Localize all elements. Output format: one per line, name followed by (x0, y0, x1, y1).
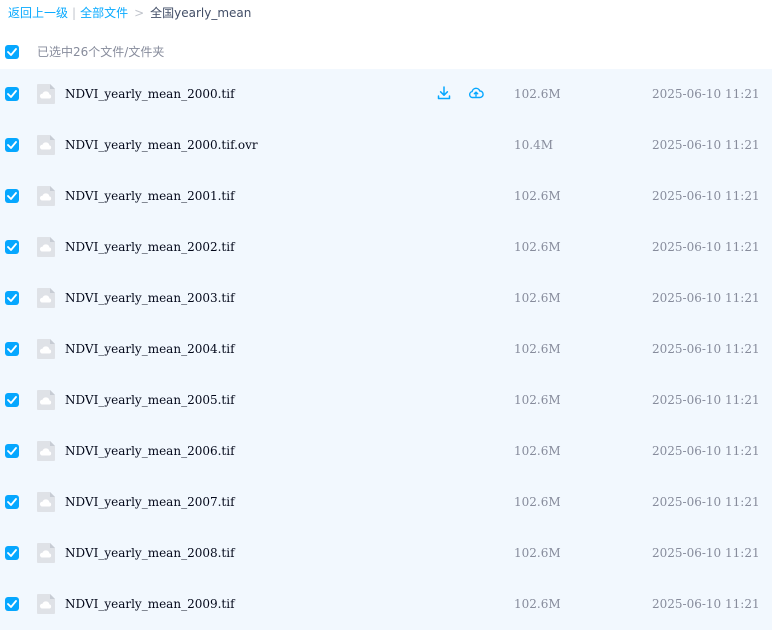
file-name[interactable]: NDVI_yearly_mean_2006.tif (65, 443, 235, 459)
cloud-file-icon (37, 288, 55, 308)
selection-count-text: 已选中26个文件/文件夹 (37, 45, 165, 59)
file-name[interactable]: NDVI_yearly_mean_2008.tif (65, 545, 235, 561)
checkmark-icon (7, 90, 17, 98)
selection-bar: 已选中26个文件/文件夹 (0, 36, 772, 68)
checkmark-icon (7, 141, 17, 149)
file-size: 102.6M (514, 597, 561, 611)
cloud-file-icon (37, 543, 55, 563)
checkmark-icon (7, 345, 17, 353)
select-all-checkbox[interactable] (5, 45, 19, 59)
row-checkbox[interactable] (5, 597, 19, 611)
row-checkbox[interactable] (5, 342, 19, 356)
file-name[interactable]: NDVI_yearly_mean_2002.tif (65, 239, 235, 255)
row-checkbox[interactable] (5, 444, 19, 458)
all-files-link[interactable]: 全部文件 (80, 6, 128, 20)
cloud-upload-icon (469, 87, 484, 99)
file-name[interactable]: NDVI_yearly_mean_2000.tif (65, 86, 235, 102)
file-row[interactable]: NDVI_yearly_mean_2007.tif 102.6M 2025-06… (0, 477, 772, 528)
file-row[interactable]: NDVI_yearly_mean_2006.tif 102.6M 2025-06… (0, 426, 772, 477)
file-row[interactable]: NDVI_yearly_mean_2004.tif 102.6M 2025-06… (0, 324, 772, 375)
file-size: 102.6M (514, 240, 561, 254)
file-modified-time: 2025-06-10 11:21 (652, 546, 760, 560)
file-row[interactable]: NDVI_yearly_mean_2009.tif 102.6M 2025-06… (0, 579, 772, 630)
checkmark-icon (7, 48, 17, 56)
file-list: NDVI_yearly_mean_2000.tif 102.6M 2025-06… (0, 69, 772, 630)
checkmark-icon (7, 396, 17, 404)
checkmark-icon (7, 447, 17, 455)
row-checkbox[interactable] (5, 546, 19, 560)
file-modified-time: 2025-06-10 11:21 (652, 393, 760, 407)
row-checkbox[interactable] (5, 495, 19, 509)
file-size: 102.6M (514, 444, 561, 458)
file-size: 102.6M (514, 546, 561, 560)
cloud-file-icon (37, 492, 55, 512)
file-modified-time: 2025-06-10 11:21 (652, 189, 760, 203)
save-to-cloud-button[interactable] (468, 85, 484, 101)
file-name[interactable]: NDVI_yearly_mean_2000.tif.ovr (65, 137, 258, 153)
file-name[interactable]: NDVI_yearly_mean_2005.tif (65, 392, 235, 408)
file-row[interactable]: NDVI_yearly_mean_2003.tif 102.6M 2025-06… (0, 273, 772, 324)
file-name[interactable]: NDVI_yearly_mean_2003.tif (65, 290, 235, 306)
file-size: 102.6M (514, 87, 561, 101)
checkmark-icon (7, 600, 17, 608)
file-modified-time: 2025-06-10 11:21 (652, 291, 760, 305)
back-link[interactable]: 返回上一级 (8, 6, 68, 20)
row-checkbox[interactable] (5, 291, 19, 305)
cloud-file-icon (37, 441, 55, 461)
file-modified-time: 2025-06-10 11:21 (652, 87, 760, 101)
file-name[interactable]: NDVI_yearly_mean_2009.tif (65, 596, 235, 612)
checkmark-icon (7, 549, 17, 557)
row-checkbox[interactable] (5, 189, 19, 203)
breadcrumb-arrow: > (134, 6, 145, 20)
download-icon (437, 86, 451, 100)
download-button[interactable] (436, 85, 452, 101)
checkmark-icon (7, 243, 17, 251)
checkmark-icon (7, 192, 17, 200)
file-modified-time: 2025-06-10 11:21 (652, 342, 760, 356)
breadcrumb: 返回上一级 | 全部文件 > 全国yearly_mean (8, 5, 251, 21)
file-size: 102.6M (514, 291, 561, 305)
file-name[interactable]: NDVI_yearly_mean_2004.tif (65, 341, 235, 357)
breadcrumb-divider: | (72, 6, 77, 20)
file-row[interactable]: NDVI_yearly_mean_2000.tif 102.6M 2025-06… (0, 69, 772, 120)
row-actions (436, 84, 484, 102)
file-size: 102.6M (514, 189, 561, 203)
cloud-file-icon (37, 594, 55, 614)
cloud-file-icon (37, 135, 55, 155)
row-checkbox[interactable] (5, 240, 19, 254)
row-checkbox[interactable] (5, 393, 19, 407)
file-size: 10.4M (514, 138, 554, 152)
file-row[interactable]: NDVI_yearly_mean_2005.tif 102.6M 2025-06… (0, 375, 772, 426)
cloud-file-icon (37, 390, 55, 410)
file-size: 102.6M (514, 393, 561, 407)
cloud-file-icon (37, 186, 55, 206)
current-folder: 全国yearly_mean (150, 6, 252, 20)
file-row[interactable]: NDVI_yearly_mean_2001.tif 102.6M 2025-06… (0, 171, 772, 222)
row-checkbox[interactable] (5, 87, 19, 101)
file-modified-time: 2025-06-10 11:21 (652, 138, 760, 152)
cloud-file-icon (37, 84, 55, 104)
file-size: 102.6M (514, 342, 561, 356)
file-row[interactable]: NDVI_yearly_mean_2002.tif 102.6M 2025-06… (0, 222, 772, 273)
cloud-file-icon (37, 339, 55, 359)
file-modified-time: 2025-06-10 11:21 (652, 444, 760, 458)
file-name[interactable]: NDVI_yearly_mean_2007.tif (65, 494, 235, 510)
file-modified-time: 2025-06-10 11:21 (652, 495, 760, 509)
checkmark-icon (7, 498, 17, 506)
file-row[interactable]: NDVI_yearly_mean_2000.tif.ovr 10.4M 2025… (0, 120, 772, 171)
file-modified-time: 2025-06-10 11:21 (652, 597, 760, 611)
checkmark-icon (7, 294, 17, 302)
file-name[interactable]: NDVI_yearly_mean_2001.tif (65, 188, 235, 204)
cloud-file-icon (37, 237, 55, 257)
row-checkbox[interactable] (5, 138, 19, 152)
file-row[interactable]: NDVI_yearly_mean_2008.tif 102.6M 2025-06… (0, 528, 772, 579)
file-modified-time: 2025-06-10 11:21 (652, 240, 760, 254)
file-size: 102.6M (514, 495, 561, 509)
